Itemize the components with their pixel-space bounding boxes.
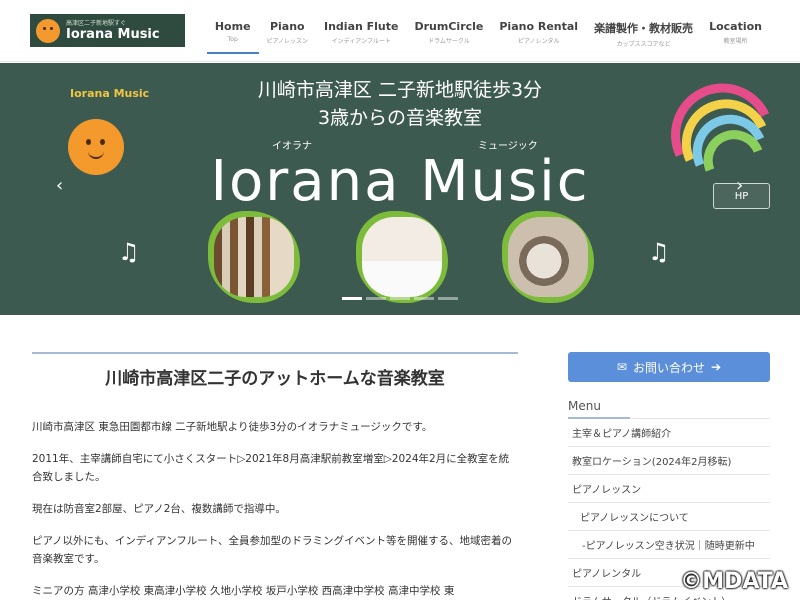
schools-paragraph: ミニアの方 高津小学校 東高津小学校 久地小学校 坂戸小学校 西高津中学校 高津… — [32, 585, 455, 597]
logo-text: 高津区二子新地駅すぐ Iorana Music — [66, 20, 160, 42]
nav-location[interactable]: Location 教室場所 — [701, 16, 770, 54]
sidebar: ✉ お問い合わせ ➔ Menu 主宰＆ピアノ講師紹介 教室ロケーション(2024… — [568, 352, 770, 600]
nav-score-materials-sub: カップススコアなど — [616, 41, 671, 48]
facilities-paragraph: 現在は防音室2部屋、ピアノ2台、複数講師で指導中。 — [32, 503, 286, 515]
photo-flutes — [208, 211, 300, 303]
photo-piano — [356, 211, 448, 303]
menu-title: Menu — [568, 399, 630, 419]
mail-icon: ✉ — [616, 360, 627, 374]
hero-slider: 川崎市高津区 二子新地駅徒歩3分 3歳からの音楽教室 Iorana Music … — [0, 63, 800, 315]
nav-score-materials-label: 楽譜製作・教材販売 — [594, 22, 694, 35]
nav-piano-label: Piano — [269, 20, 305, 33]
nav-drum-circle-label: DrumCircle — [414, 20, 484, 33]
contact-button-label: お問い合わせ — [632, 360, 705, 375]
nav-home[interactable]: Home Top — [206, 16, 259, 54]
site-logo[interactable]: 高津区二子新地駅すぐ Iorana Music — [30, 14, 185, 47]
nav-drum-circle[interactable]: DrumCircle ドラムサークル — [407, 16, 492, 54]
menu-item-instructor[interactable]: 主宰＆ピアノ講師紹介 — [568, 419, 770, 447]
nav-drum-circle-sub: ドラムサークル — [428, 38, 470, 45]
nav-home-sub: Top — [227, 36, 238, 43]
nav-indian-flute-sub: インディアンフルート — [331, 38, 391, 45]
nav-piano-rental[interactable]: Piano Rental ピアノレンタル — [491, 16, 586, 54]
nav-score-materials[interactable]: 楽譜製作・教材販売 カップススコアなど — [586, 16, 701, 54]
nav-piano-rental-sub: ピアノレンタル — [517, 38, 560, 45]
main-content: 川崎市高津区二子のアットホームな音楽教室 川崎市高津区 東急田園都市線 二子新地… — [32, 352, 518, 600]
menu-item-piano-lessons[interactable]: ピアノレッスン — [568, 475, 770, 503]
nav-indian-flute[interactable]: Indian Flute インディアンフルート — [316, 16, 407, 54]
contact-button[interactable]: ✉ お問い合わせ ➔ — [568, 352, 770, 382]
main-nav: Home Top Piano ピアノレッスン Indian Flute インディ… — [206, 16, 770, 54]
activities-paragraph: ピアノ以外にも、インディアンフルート、全員参加型のドラミングイベント等を開催する… — [32, 535, 513, 565]
slider-indicator[interactable] — [438, 297, 458, 300]
slider-prev-arrow[interactable]: ‹ — [56, 175, 63, 196]
section-title: 川崎市高津区二子のアットホームな音楽教室 — [105, 369, 445, 389]
nav-location-label: Location — [709, 20, 762, 33]
slider-indicator[interactable] — [414, 297, 434, 300]
hero-logo-text: Iorana Music — [70, 87, 150, 100]
site-header: 高津区二子新地駅すぐ Iorana Music Home Top Piano ピ… — [0, 0, 800, 62]
section-title-box: 川崎市高津区二子のアットホームな音楽教室 — [32, 352, 518, 396]
menu-item-lesson-availability[interactable]: -ピアノレッスン空き状況｜随時更新中 — [568, 531, 770, 559]
arrow-circle-right-icon: ➔ — [711, 360, 722, 374]
photo-drums — [502, 211, 594, 303]
logo-subtitle: 高津区二子新地駅すぐ — [66, 19, 127, 27]
intro-paragraph: 川崎市高津区 東急田園都市線 二子新地駅より徒歩3分のイオラナミュージックです。 — [32, 421, 433, 433]
logo-name: Iorana Music — [66, 26, 160, 42]
slider-indicator[interactable] — [342, 297, 362, 300]
nav-piano[interactable]: Piano ピアノレッスン — [259, 16, 316, 54]
nav-home-label: Home — [214, 20, 251, 33]
hp-button[interactable]: HP — [713, 183, 770, 209]
menu-item-about-lessons[interactable]: ピアノレッスンについて — [568, 503, 770, 531]
hero-title: Iorana Music — [210, 149, 590, 214]
sun-face-icon — [36, 18, 60, 43]
history-paragraph: 2011年、主宰講師自宅にて小さくスタート▷2021年8月高津駅前教室増室▷20… — [32, 453, 510, 483]
slider-indicators — [342, 297, 458, 300]
menu-item-location[interactable]: 教室ロケーション(2024年2月移転) — [568, 447, 770, 475]
music-note-icon: ♫ — [118, 238, 140, 266]
nav-indian-flute-label: Indian Flute — [324, 20, 399, 33]
nav-piano-rental-label: Piano Rental — [499, 20, 579, 33]
slider-indicator[interactable] — [390, 297, 410, 300]
nav-piano-sub: ピアノレッスン — [266, 38, 308, 45]
slider-indicator[interactable] — [366, 297, 386, 300]
music-note-icon: ♫ — [648, 238, 670, 266]
nav-location-sub: 教室場所 — [723, 38, 748, 45]
watermark: ©MDATA — [680, 569, 788, 594]
